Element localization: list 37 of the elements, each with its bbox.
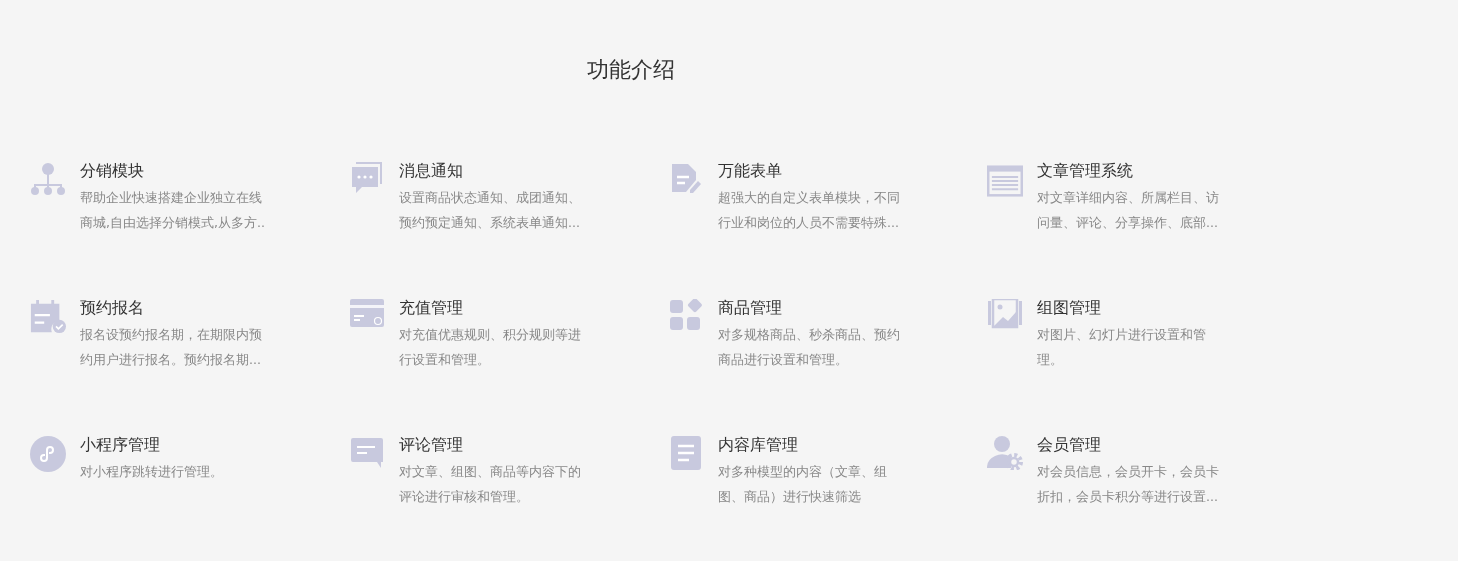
feature-description: 帮助企业快速搭建企业独立在线 商城,自由选择分销模式,从多方.. — [80, 189, 265, 232]
feature-description: 对文章详细内容、所属栏目、访 问量、评论、分享操作、底部... — [1037, 189, 1219, 232]
feature-description: 对多规格商品、秒杀商品、预约 商品进行设置和管理。 — [718, 326, 900, 369]
feature-title: 万能表单 — [718, 160, 783, 182]
user-settings-icon — [987, 436, 1023, 470]
credit-card-icon — [350, 299, 384, 327]
hierarchy-icon — [30, 162, 66, 196]
section-title: 功能介绍 — [587, 56, 675, 84]
feature-title: 预约报名 — [80, 297, 145, 319]
calendar-check-icon — [30, 299, 66, 335]
feature-description: 超强大的自定义表单模块，不同 行业和岗位的人员不需要特殊... — [718, 189, 900, 232]
feature-title: 商品管理 — [718, 297, 783, 319]
feature-title: 消息通知 — [399, 160, 464, 182]
feature-description: 对会员信息，会员开卡，会员卡 折扣，会员卡积分等进行设置... — [1037, 463, 1219, 506]
feature-title: 评论管理 — [399, 434, 464, 456]
feature-title: 小程序管理 — [80, 434, 161, 456]
comment-icon — [350, 436, 384, 470]
feature-title: 组图管理 — [1037, 297, 1102, 319]
document-edit-icon — [670, 162, 702, 196]
feature-description: 对文章、组图、商品等内容下的 评论进行审核和管理。 — [399, 463, 581, 506]
feature-description: 对图片、幻灯片进行设置和管 理。 — [1037, 326, 1206, 369]
app-grid-icon — [670, 299, 702, 331]
feature-title: 会员管理 — [1037, 434, 1102, 456]
feature-title: 文章管理系统 — [1037, 160, 1134, 182]
browser-window-icon — [987, 162, 1023, 200]
feature-description: 对小程序跳转进行管理。 — [80, 463, 223, 481]
image-icon — [988, 299, 1022, 329]
feature-description: 对多种模型的内容（文章、组 图、商品）进行快速筛选 — [718, 463, 887, 506]
feature-description: 设置商品状态通知、成团通知、 预约预定通知、系统表单通知... — [399, 189, 581, 232]
feature-description: 报名设预约报名期，在期限内预 约用户进行报名。预约报名期... — [80, 326, 262, 369]
chat-bubble-icon — [350, 162, 384, 194]
feature-title: 分销模块 — [80, 160, 145, 182]
feature-description: 对充值优惠规则、积分规则等进 行设置和管理。 — [399, 326, 581, 369]
feature-title: 内容库管理 — [718, 434, 799, 456]
document-list-icon — [670, 436, 702, 470]
feature-title: 充值管理 — [399, 297, 464, 319]
link-icon — [30, 436, 66, 472]
